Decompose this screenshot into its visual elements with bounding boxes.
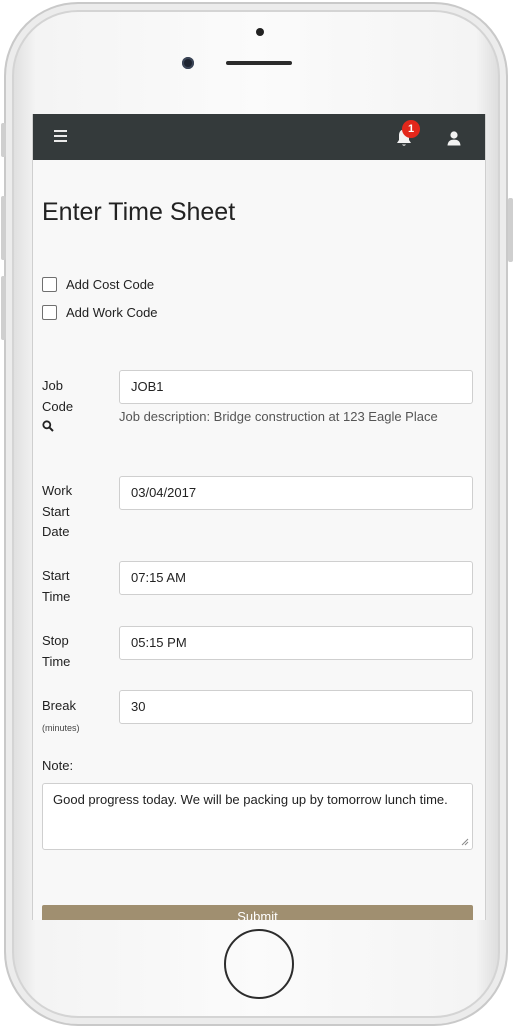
add-work-code-label: Add Work Code (66, 305, 158, 320)
notification-badge: 1 (402, 120, 420, 138)
add-cost-code-label: Add Cost Code (66, 277, 155, 292)
work-start-date-input[interactable]: 03/04/2017 (119, 476, 473, 510)
add-cost-code-checkbox[interactable] (42, 277, 57, 292)
front-camera (182, 57, 194, 69)
break-label: Break (42, 698, 76, 713)
earpiece-speaker (226, 61, 292, 65)
add-work-code-checkbox[interactable] (42, 305, 57, 320)
submit-button[interactable]: Submit (42, 905, 473, 920)
hamburger-icon[interactable] (54, 130, 67, 142)
job-description: Job description: Bridge construction at … (119, 409, 438, 424)
job-code-label: Job Code (42, 378, 74, 414)
note-textarea[interactable]: Good progress today. We will be packing … (42, 783, 473, 850)
job-code-input[interactable]: JOB1 (119, 370, 473, 404)
break-input[interactable]: 30 (119, 690, 473, 724)
home-button[interactable] (224, 929, 294, 999)
start-time-input[interactable]: 07:15 AM (119, 561, 473, 595)
work-start-date-label: Work Start Date (42, 483, 73, 539)
break-unit-label: (minutes) (42, 723, 80, 733)
start-time-label: Start Time (42, 568, 71, 604)
note-label: Note: (42, 758, 74, 773)
user-icon[interactable] (447, 130, 461, 146)
volume-up-button (1, 196, 6, 260)
proximity-sensor (256, 28, 264, 36)
resize-grip-icon[interactable] (461, 838, 469, 846)
mute-switch (1, 123, 6, 157)
volume-down-button (1, 276, 6, 340)
power-button (508, 198, 513, 262)
screen: 1 Enter Time Sheet Add Cost Code Add Wor… (32, 114, 486, 920)
top-navbar: 1 (33, 114, 485, 160)
stop-time-input[interactable]: 05:15 PM (119, 626, 473, 660)
stop-time-label: Stop Time (42, 633, 71, 669)
page-title: Enter Time Sheet (42, 198, 236, 226)
search-icon[interactable] (42, 420, 54, 432)
note-text: Good progress today. We will be packing … (53, 792, 448, 807)
